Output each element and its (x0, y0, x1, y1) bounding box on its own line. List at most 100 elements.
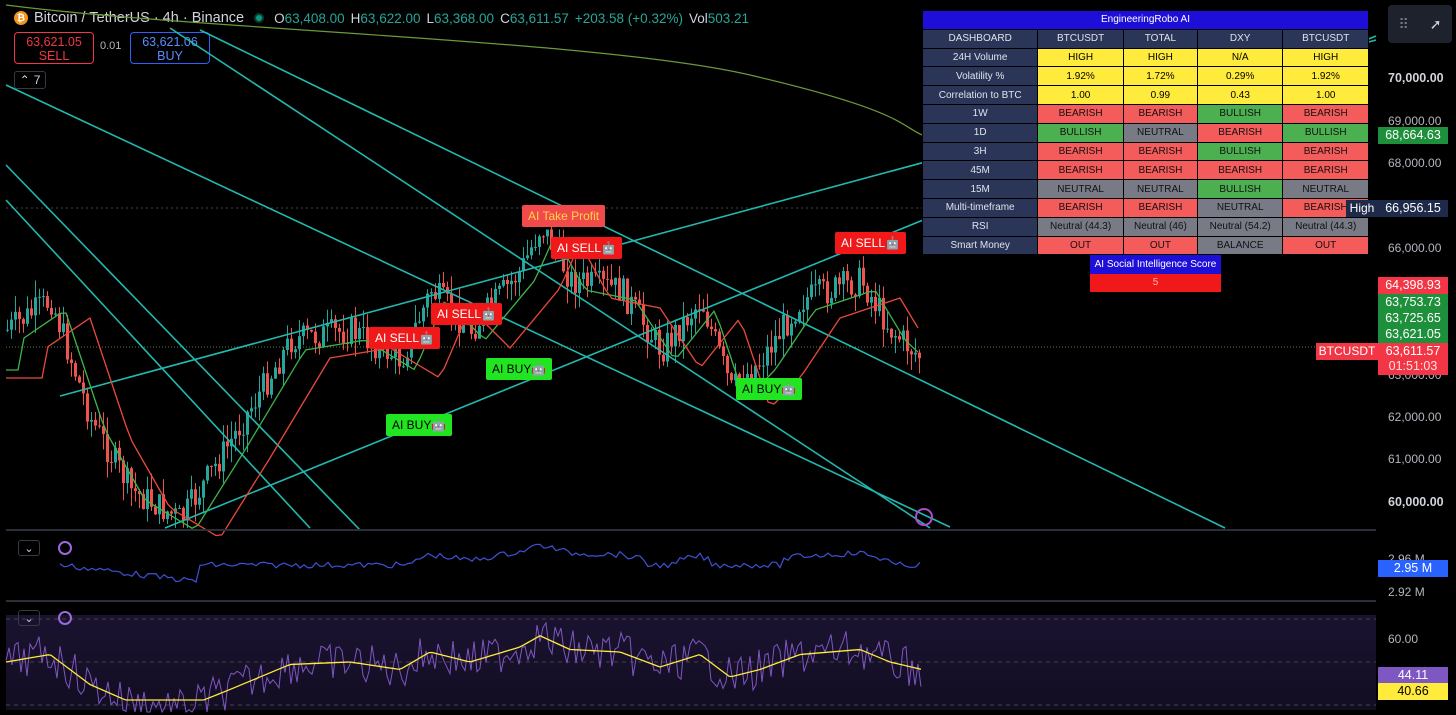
candle-body (894, 336, 897, 338)
pane-collapse-button[interactable]: ⌄ (18, 540, 40, 556)
candle-body (674, 324, 677, 347)
dashboard-cell: BEARISH (1122, 197, 1198, 218)
dashboard-row: RSI Neutral (44.3) Neutral (46) Neutral (54… (921, 216, 1369, 237)
dashboard-cell: BEARISH (1037, 141, 1124, 162)
candle-body (202, 480, 205, 498)
dashboard-cell: 1.72% (1122, 66, 1198, 87)
candle-body (58, 313, 61, 333)
candle-body (242, 434, 245, 436)
dashboard-cell: BEARISH (1122, 160, 1198, 181)
drag-handle-icon[interactable]: ⠿ (1399, 16, 1409, 33)
candle-body (238, 430, 241, 436)
pane-divider[interactable] (6, 529, 1376, 531)
dashboard-table: EngineeringRobo AI DASHBOARD BTCUSDT TOTAL… (921, 10, 1369, 256)
sell-marker: AI SELL🤖 (835, 232, 906, 254)
dashboard-column-header: TOTAL (1122, 28, 1198, 49)
candle-body (418, 321, 421, 323)
candle-body (218, 463, 221, 472)
candle-body (158, 494, 161, 515)
candle-body (814, 284, 817, 286)
candle-body (626, 278, 629, 314)
candle-body (134, 488, 137, 492)
candle-body (310, 329, 313, 332)
candle-body (322, 326, 325, 348)
dashboard-cell: BULLISH (1196, 141, 1284, 162)
candle-body (910, 351, 913, 355)
price-tick: 66,000.00 (1388, 241, 1442, 255)
candle-body (262, 373, 265, 392)
candle-body (350, 317, 353, 345)
candle-body (610, 279, 613, 285)
candle-body (802, 309, 805, 312)
pane-divider[interactable] (6, 600, 1376, 602)
dashboard-title: EngineeringRobo AI (922, 10, 1369, 30)
candle-body (206, 465, 209, 481)
indicator-icon[interactable] (58, 611, 72, 625)
floating-toolbar[interactable]: ⠿ ➚ (1388, 5, 1452, 43)
candle-body (534, 246, 537, 248)
candle-body (514, 280, 517, 283)
candle-body (586, 272, 589, 286)
candle-body (826, 281, 829, 304)
candle-body (278, 367, 281, 374)
candle-body (226, 441, 229, 447)
candle-body (342, 331, 345, 343)
dashboard-row-label: Correlation to BTC (921, 85, 1039, 105)
dashboard-cell: BEARISH (1037, 197, 1124, 218)
candle-body (870, 296, 873, 303)
indicator-icon[interactable] (58, 541, 72, 555)
candle-body (6, 329, 9, 331)
dashboard-column-header: DXY (1196, 28, 1284, 49)
candle-body (662, 354, 665, 362)
chevron-down-icon: ⌄ (24, 612, 34, 625)
dashboard-cell: BULLISH (1282, 122, 1369, 143)
candle-body (730, 373, 733, 381)
chevron-down-icon: ⌄ (24, 542, 34, 555)
dashboard-cell: BEARISH (1037, 103, 1124, 124)
cursor-icon[interactable]: ➚ (1430, 16, 1442, 33)
dashboard-cell: OUT (1282, 235, 1369, 256)
candle-body (146, 489, 149, 510)
candle-body (358, 328, 361, 340)
candle-body (874, 296, 877, 312)
candle-body (50, 307, 53, 315)
price-label: 68,664.63 (1378, 127, 1448, 144)
channel-line (5, 199, 311, 529)
candle-body (502, 279, 505, 286)
dashboard-cell: Neutral (46) (1122, 216, 1198, 237)
candle-body (282, 350, 285, 374)
candle-body (254, 407, 257, 409)
candle-body (14, 311, 17, 320)
candle-body (338, 328, 341, 332)
pane-collapse-button[interactable]: ⌄ (18, 610, 40, 626)
candle-body (182, 507, 185, 521)
candle-body (154, 506, 157, 515)
dashboard-column-header: BTCUSDT (1037, 28, 1124, 49)
candle-body (42, 296, 45, 298)
candle-body (10, 319, 13, 330)
candle-body (858, 267, 861, 297)
dashboard-cell: NEUTRAL (1282, 179, 1369, 199)
dashboard-row: 1W BEARISH BEARISH BULLISH BEARISH (921, 103, 1369, 124)
countdown-label: 01:51:03 (1378, 358, 1448, 375)
candle-body (266, 373, 269, 395)
candle-body (210, 465, 213, 467)
dashboard-row: Multi-timeframe BEARISH BEARISH NEUTRAL BEAR… (921, 197, 1369, 218)
candle-body (362, 326, 365, 329)
dashboard-cell: BEARISH (1282, 160, 1369, 181)
dashboard-cell: BULLISH (1037, 122, 1124, 143)
candle-body (70, 359, 73, 364)
candle-body (818, 279, 821, 285)
sell-marker: AI SELL🤖 (551, 237, 622, 259)
dashboard-row-label: 1D (921, 122, 1039, 143)
candle-body (890, 328, 893, 338)
candle-body (66, 323, 69, 360)
dashboard-cell: HIGH (1122, 47, 1198, 68)
candle-body (794, 321, 797, 324)
dashboard-row-label: 1W (921, 103, 1039, 124)
dashboard-cell: OUT (1037, 235, 1124, 256)
dashboard-row: 24H Volume HIGH HIGH N/A HIGH (921, 47, 1369, 68)
price-label: 63,725.65 (1378, 310, 1448, 327)
dashboard-cell: BEARISH (1282, 141, 1369, 162)
candle-body (790, 323, 793, 336)
